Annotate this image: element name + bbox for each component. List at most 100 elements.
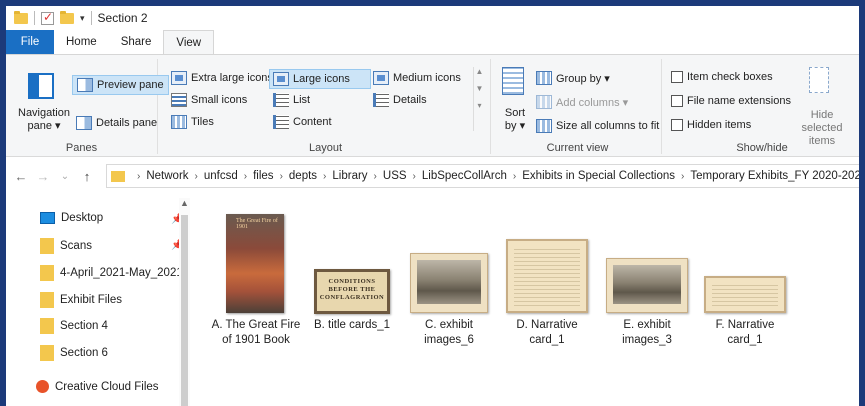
details-pane-label: Details pane bbox=[96, 117, 158, 129]
list-button[interactable]: List bbox=[273, 93, 310, 107]
sort-by-button[interactable]: Sort by ▾ bbox=[500, 107, 530, 133]
file-item-b[interactable]: B. title cards_1 bbox=[306, 318, 398, 333]
medium-icons-label: Medium icons bbox=[393, 72, 461, 84]
file-name-line: F. Narrative bbox=[715, 319, 775, 331]
breadcrumb-files[interactable]: files bbox=[253, 170, 273, 182]
quick-access-dropdown-icon[interactable]: ▾ bbox=[80, 13, 85, 24]
layout-group-label: Layout bbox=[308, 142, 343, 154]
breadcrumb-unfcsd[interactable]: unfcsd bbox=[204, 170, 238, 182]
layout-scroll[interactable]: ▲ ▼ ▾ bbox=[473, 67, 485, 131]
file-name-extensions-checkbox[interactable] bbox=[671, 95, 683, 107]
preview-pane-icon bbox=[77, 78, 93, 92]
new-folder-quick-access-icon[interactable] bbox=[60, 10, 74, 24]
nav-item-label: 4-April_2021-May_2021 bbox=[60, 267, 183, 279]
tab-file[interactable]: File bbox=[6, 30, 54, 54]
item-check-boxes-label: Item check boxes bbox=[687, 71, 773, 83]
item-check-boxes-toggle[interactable]: Item check boxes bbox=[671, 71, 773, 83]
size-columns-icon bbox=[536, 119, 552, 133]
tab-share[interactable]: Share bbox=[109, 30, 164, 54]
preview-pane-label: Preview pane bbox=[97, 79, 164, 91]
file-name-line: card_1 bbox=[529, 334, 565, 346]
medium-icons-button[interactable]: Medium icons bbox=[373, 71, 461, 85]
file-item-a[interactable]: A. The Great Fire of 1901 Book bbox=[211, 318, 301, 348]
navigation-pane-button[interactable]: Navigation pane ▾ bbox=[16, 107, 72, 133]
file-thumbnail-narrative-card-d[interactable] bbox=[506, 239, 588, 313]
nav-item-section-6[interactable]: Section 6 bbox=[40, 345, 108, 361]
chevron-right-icon: › bbox=[243, 170, 248, 182]
content-icon bbox=[273, 115, 289, 129]
breadcrumb-uss[interactable]: USS bbox=[383, 170, 407, 182]
file-thumbnail-book[interactable]: The Great Fire of 1901 bbox=[226, 214, 284, 313]
scroll-up-icon[interactable]: ▲ bbox=[474, 67, 485, 76]
address-row: ← → ⌄ ↑ › Network › unfcsd › files › dep… bbox=[6, 161, 859, 191]
file-item-c[interactable]: C. exhibit images_6 bbox=[406, 318, 492, 348]
group-by-icon bbox=[536, 71, 552, 85]
small-icons-icon bbox=[171, 93, 187, 107]
nav-item-exhibit-files[interactable]: Exhibit Files bbox=[40, 292, 122, 308]
folder-icon bbox=[40, 238, 54, 254]
file-thumbnail-exhibit-image-3[interactable] bbox=[606, 258, 688, 313]
file-name-line: of 1901 Book bbox=[222, 334, 290, 346]
extra-large-icons-button[interactable]: Extra large icons bbox=[171, 71, 273, 85]
file-item-e[interactable]: E. exhibit images_3 bbox=[602, 318, 692, 348]
add-columns-button[interactable]: Add columns ▾ bbox=[536, 95, 628, 109]
hidden-items-label: Hidden items bbox=[687, 119, 752, 131]
file-item-d[interactable]: D. Narrative card_1 bbox=[502, 318, 592, 348]
size-all-columns-button[interactable]: Size all columns to fit bbox=[536, 119, 659, 133]
tab-view[interactable]: View bbox=[163, 30, 215, 55]
large-icons-button[interactable]: Large icons bbox=[269, 69, 371, 89]
file-thumbnail-title-card[interactable]: CONDITIONS BEFORE THE CONFLAGRATION bbox=[314, 269, 390, 314]
nav-item-section-4[interactable]: Section 4 bbox=[40, 318, 108, 334]
breadcrumb-exhibits[interactable]: Exhibits in Special Collections bbox=[522, 170, 675, 182]
nav-item-label: Creative Cloud Files bbox=[55, 380, 159, 393]
hidden-items-toggle[interactable]: Hidden items bbox=[671, 119, 751, 131]
address-bar[interactable]: › Network › unfcsd › files › depts › Lib… bbox=[106, 164, 859, 188]
file-thumbnail-exhibit-image-6[interactable] bbox=[410, 253, 488, 313]
tiles-button[interactable]: Tiles bbox=[171, 115, 214, 129]
item-check-boxes-checkbox[interactable] bbox=[671, 71, 683, 83]
size-all-columns-label: Size all columns to fit bbox=[556, 120, 660, 132]
recent-locations-icon[interactable]: ⌄ bbox=[54, 171, 76, 182]
nav-item-creative-cloud[interactable]: Creative Cloud Files bbox=[36, 380, 159, 393]
breadcrumb-depts[interactable]: depts bbox=[289, 170, 317, 182]
file-name-line: images_6 bbox=[424, 334, 474, 346]
details-button[interactable]: Details bbox=[373, 93, 427, 107]
preview-pane-button[interactable]: Preview pane bbox=[72, 75, 169, 95]
scroll-down-icon[interactable]: ▼ bbox=[474, 84, 485, 93]
breadcrumb-libspeccollarch[interactable]: LibSpecCollArch bbox=[422, 170, 507, 182]
forward-arrow-icon[interactable]: → bbox=[32, 169, 54, 184]
nav-item-desktop[interactable]: Desktop bbox=[40, 212, 103, 224]
file-name-line: A. The Great Fire bbox=[211, 319, 301, 331]
tab-home[interactable]: Home bbox=[54, 30, 109, 54]
group-by-button[interactable]: Group by ▾ bbox=[536, 71, 610, 85]
back-arrow-icon[interactable]: ← bbox=[10, 169, 32, 184]
chevron-right-icon: › bbox=[373, 170, 377, 182]
scroll-up-icon[interactable]: ▲ bbox=[180, 198, 189, 208]
window-title: Section 2 bbox=[97, 11, 148, 25]
content-button[interactable]: Content bbox=[273, 115, 332, 129]
small-icons-button[interactable]: Small icons bbox=[171, 93, 247, 107]
up-arrow-icon[interactable]: ↑ bbox=[76, 169, 98, 184]
photo-image bbox=[417, 260, 481, 304]
file-thumbnail-narrative-card-f[interactable] bbox=[704, 276, 786, 313]
breadcrumb-library[interactable]: Library bbox=[332, 170, 367, 182]
nav-item-april-may[interactable]: 4-April_2021-May_2021 bbox=[40, 265, 183, 281]
folder-icon bbox=[40, 345, 54, 361]
nav-item-scans[interactable]: Scans bbox=[40, 238, 92, 254]
details-pane-button[interactable]: Details pane bbox=[76, 116, 157, 130]
large-icons-label: Large icons bbox=[293, 73, 350, 85]
properties-quick-access-icon[interactable] bbox=[41, 10, 54, 25]
book-cover-title: The Great Fire of 1901 bbox=[236, 218, 278, 230]
file-name-line: E. exhibit bbox=[623, 319, 671, 331]
breadcrumb-network[interactable]: Network bbox=[146, 170, 188, 182]
file-name-line: C. exhibit bbox=[425, 319, 473, 331]
nav-pane-scrollbar[interactable]: ▲ bbox=[179, 198, 190, 406]
file-item-f[interactable]: F. Narrative card_1 bbox=[700, 318, 790, 348]
narrative-text-lines bbox=[514, 246, 580, 306]
file-name-line: card_1 bbox=[727, 334, 763, 346]
hidden-items-checkbox[interactable] bbox=[671, 119, 683, 131]
scrollbar-thumb[interactable] bbox=[181, 215, 188, 406]
layout-more-icon[interactable]: ▾ bbox=[474, 101, 485, 110]
file-name-extensions-toggle[interactable]: File name extensions bbox=[671, 95, 791, 107]
breadcrumb-temporary-exhibits[interactable]: Temporary Exhibits_FY 2020-2021 bbox=[690, 170, 859, 182]
